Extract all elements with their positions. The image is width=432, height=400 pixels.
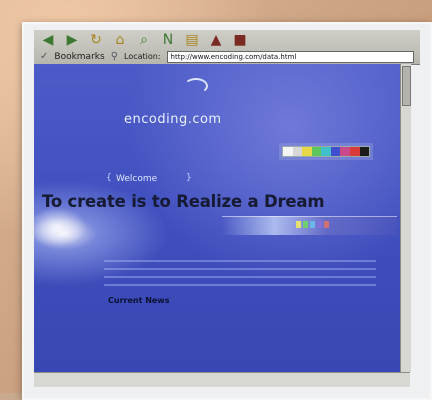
web-page: encoding.com Welcome To create is to Rea… — [34, 64, 400, 372]
stop-icon[interactable]: ■ — [232, 32, 248, 48]
toolbar-icons: ◀ ▶ ↻ ⌂ ⌕ N ▤ ▲ ■ — [40, 30, 248, 50]
color-swatch — [292, 147, 303, 156]
back-arrow-icon[interactable]: ◀ — [40, 32, 56, 48]
site-logo[interactable]: encoding.com — [124, 112, 222, 127]
headline: To create is to Realize a Dream — [42, 192, 325, 211]
color-bar — [282, 146, 370, 157]
url-field[interactable]: http://www.encoding.com/data.html — [166, 50, 414, 63]
color-blocks — [296, 221, 329, 228]
print-icon[interactable]: ▤ — [184, 32, 200, 48]
color-block — [324, 221, 329, 228]
status-bar — [34, 372, 410, 387]
color-swatch — [340, 147, 350, 156]
color-swatch — [349, 147, 360, 156]
location-label: Location: — [124, 52, 161, 61]
monitor-screen: ◀ ▶ ↻ ⌂ ⌕ N ▤ ▲ ■ ✓ Bookmarks ⚲ Location… — [22, 22, 432, 400]
netscape-icon[interactable]: N — [160, 32, 176, 48]
security-icon[interactable]: ▲ — [208, 32, 224, 48]
color-swatch — [321, 147, 331, 156]
vertical-scrollbar[interactable] — [400, 64, 411, 372]
news-heading: Current News — [108, 296, 170, 305]
location-row: ✓ Bookmarks ⚲ Location: http://www.encod… — [40, 50, 414, 63]
color-swatch — [311, 147, 322, 156]
color-swatch — [330, 147, 341, 156]
logo-mark-icon — [184, 78, 208, 94]
color-swatch — [302, 147, 312, 156]
welcome-link[interactable]: Welcome — [106, 173, 192, 184]
forward-arrow-icon[interactable]: ▶ — [64, 32, 80, 48]
reload-icon[interactable]: ↻ — [88, 32, 104, 48]
color-block — [296, 221, 301, 228]
search-icon[interactable]: ⌕ — [136, 32, 152, 48]
scroll-thumb[interactable] — [402, 66, 411, 106]
browser-toolbar: ◀ ▶ ↻ ⌂ ⌕ N ▤ ▲ ■ ✓ Bookmarks ⚲ Location… — [34, 30, 420, 65]
location-icon: ⚲ — [110, 51, 119, 62]
color-block — [303, 221, 308, 228]
intro-paragraph — [104, 260, 376, 288]
color-block — [310, 221, 315, 228]
color-block — [317, 221, 322, 228]
color-swatch — [359, 147, 370, 156]
color-swatch — [283, 147, 293, 156]
bookmarks-icon[interactable]: ✓ — [40, 51, 48, 62]
home-icon[interactable]: ⌂ — [112, 32, 128, 48]
bookmarks-button[interactable]: Bookmarks — [54, 52, 104, 62]
